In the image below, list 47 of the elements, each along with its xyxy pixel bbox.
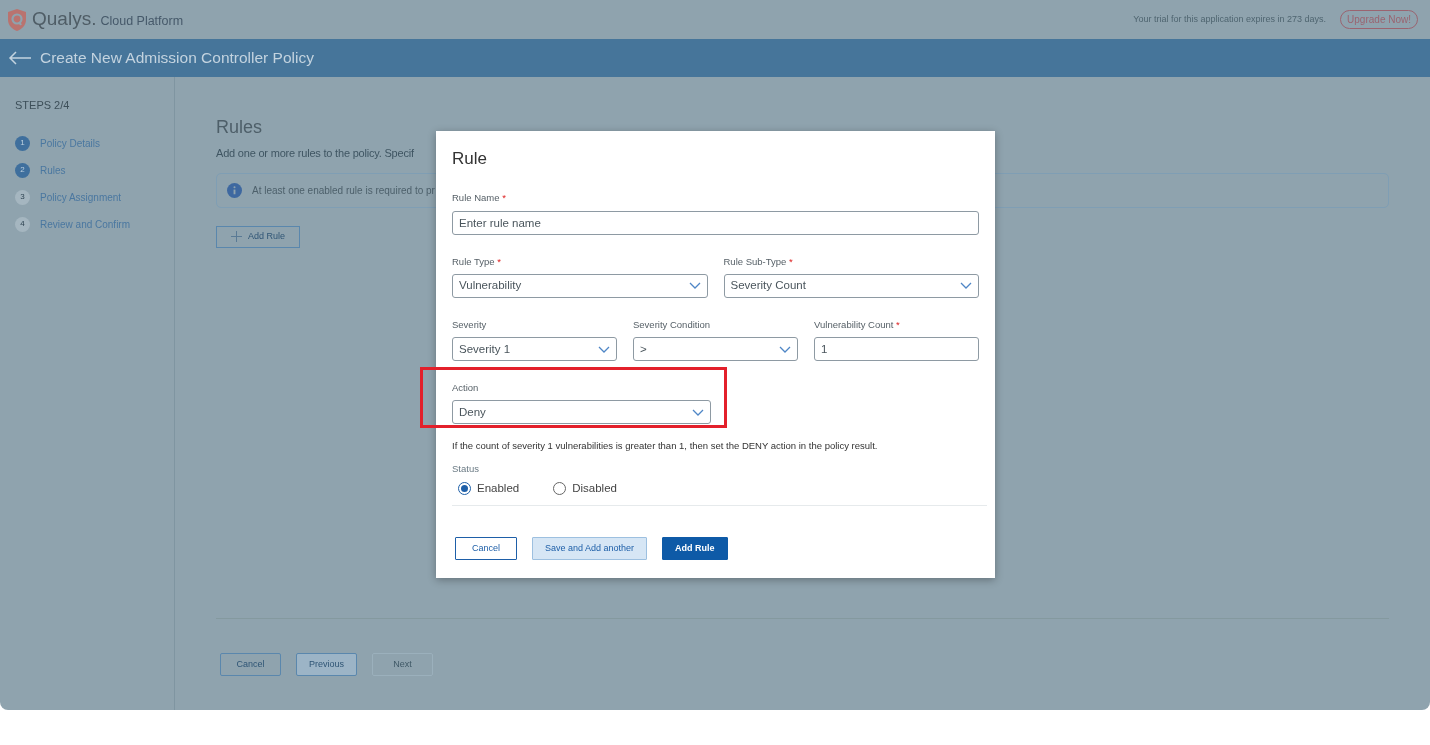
chevron-down-icon [779,345,791,353]
required-asterisk: * [497,255,501,267]
back-arrow-icon[interactable] [8,51,32,65]
dropdown-field[interactable]: Deny [452,400,711,425]
step-number: 1 [15,135,30,151]
dialog-button[interactable]: Cancel [455,537,517,561]
dropdown-field[interactable]: > [633,337,798,362]
dialog-title: Rule [452,149,488,170]
field-label: Rule Sub-Type [723,255,787,267]
dialog-button[interactable]: Add Rule [662,537,728,561]
radio-option[interactable]: Enabled [458,479,520,498]
shield-logo-icon [6,7,28,32]
radio-option[interactable]: Disabled [553,479,617,498]
info-icon [227,183,242,199]
field-label: Severity Condition [633,318,711,330]
step-number: 2 [15,162,30,178]
field-label: Action [452,382,479,394]
section-title: Rules [216,117,264,139]
text-field[interactable]: Enter rule name [452,210,979,235]
field-label: Rule Name [452,192,500,204]
text-field[interactable]: 1 [814,337,979,362]
dialog-button[interactable]: Save and Add another [532,537,648,561]
dropdown-field[interactable]: Severity 1 [452,337,617,362]
field-label: Severity [452,318,487,330]
field-label: Rule Type [452,255,495,267]
info-text: At least one enabled rule is required to pr [252,184,435,199]
step-number: 4 [15,216,30,232]
brand-name: Qualys. [32,7,97,32]
chevron-down-icon [692,408,704,416]
required-asterisk: * [789,255,793,267]
dropdown-field[interactable]: Severity Count [723,273,979,298]
section-description: Add one or more rules to the policy. Specif [216,145,414,161]
steps-counter: STEPS 2/4 [15,98,71,113]
page-title: Create New Admission Controller Policy [40,48,314,68]
chevron-down-icon [688,282,701,290]
step-number: 3 [15,189,30,205]
chevron-down-icon [598,345,610,353]
required-asterisk: * [502,192,506,204]
footer-button[interactable]: Previous [296,653,357,676]
chevron-down-icon [960,282,972,290]
rule-summary: If the count of severity 1 vulnerabilities is greater than 1, then set the DENY action in the policy result. [452,439,879,454]
status-label: Status [452,461,480,476]
product-name: Cloud Platform [100,13,184,31]
dropdown-field[interactable]: Vulnerability [452,273,708,298]
field-label: Vulnerability Count [814,318,894,330]
required-asterisk: * [896,318,900,330]
plus-icon [231,231,242,243]
